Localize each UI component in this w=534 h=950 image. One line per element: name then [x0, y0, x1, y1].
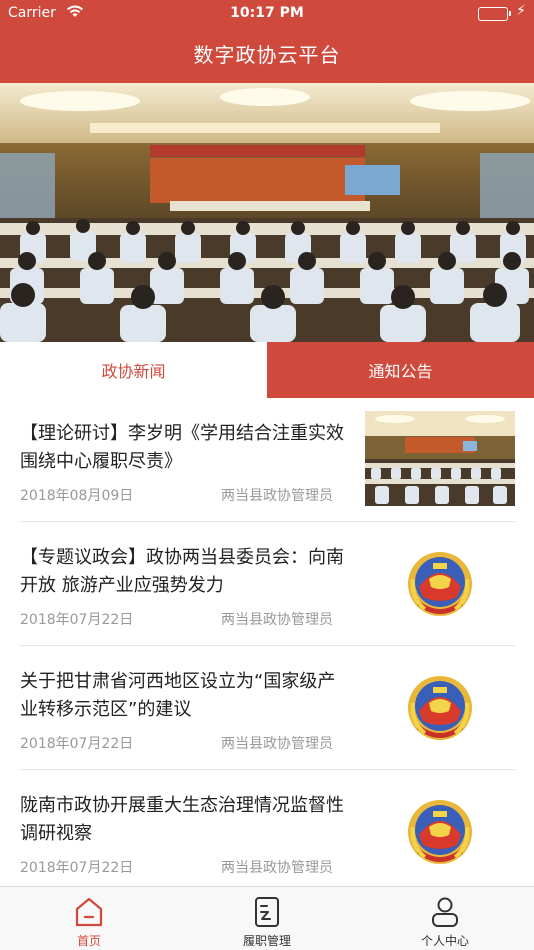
tabbar-personal-center[interactable]: 个人中心 — [356, 887, 534, 950]
charging-icon: ⚡ — [516, 3, 526, 19]
tabbar-personal-label: 个人中心 — [420, 934, 469, 948]
clock: 10:17 PM — [230, 5, 304, 21]
battery-icon — [478, 7, 511, 21]
news-author: 两当县政协管理员 — [221, 736, 333, 752]
news-author: 两当县政协管理员 — [221, 860, 333, 876]
news-title: 【专题议政会】政协两当县委员会：向南开放 旅游产业应强势发力 — [20, 547, 344, 596]
news-date: 2018年08月09日 — [20, 488, 134, 504]
news-title: 陇南市政协开展重大生态治理情况监督性调研视察 — [20, 795, 344, 844]
news-item[interactable]: 【理论研讨】李岁明《学用结合注重实效 围绕中心履职尽责》 2018年08月09日… — [19, 398, 515, 522]
tab-announcements[interactable]: 通知公告 — [267, 342, 534, 398]
news-tabs: 政协新闻 通知公告 — [0, 342, 534, 398]
news-title: 关于把甘肃省河西地区设立为“国家级产业转移示范区”的建议 — [20, 671, 336, 720]
cppcc-emblem-icon — [405, 549, 475, 619]
news-author: 两当县政协管理员 — [221, 612, 333, 628]
status-bar: Carrier 10:17 PM ⚡ — [0, 0, 534, 28]
tabbar-duty-label: 履职管理 — [242, 934, 291, 948]
news-date: 2018年07月22日 — [20, 860, 134, 876]
tabbar-duty-management[interactable]: 履职管理 — [178, 887, 356, 950]
news-title: 【理论研讨】李岁明《学用结合注重实效 围绕中心履职尽责》 — [20, 423, 344, 472]
bottom-tab-bar: 首页 履职管理 个人中心 — [0, 886, 534, 950]
cppcc-emblem-icon — [405, 673, 475, 743]
tabbar-home[interactable]: 首页 — [0, 887, 178, 950]
document-icon — [255, 897, 279, 927]
header: Carrier 10:17 PM ⚡ 数字政协云平台 — [0, 0, 534, 83]
news-author: 两当县政协管理员 — [221, 488, 333, 504]
news-item[interactable]: 陇南市政协开展重大生态治理情况监督性调研视察 2018年07月22日 两当县政协… — [19, 770, 515, 894]
news-item[interactable]: 关于把甘肃省河西地区设立为“国家级产业转移示范区”的建议 2018年07月22日… — [19, 646, 515, 770]
tab-cppcc-news[interactable]: 政协新闻 — [0, 342, 267, 398]
meeting-photo-thumbnail — [365, 411, 515, 506]
news-date: 2018年07月22日 — [20, 612, 134, 628]
news-date: 2018年07月22日 — [20, 736, 134, 752]
news-list: 【理论研讨】李岁明《学用结合注重实效 围绕中心履职尽责》 2018年08月09日… — [0, 398, 534, 894]
user-icon — [432, 897, 458, 927]
banner-image[interactable] — [0, 83, 534, 342]
home-icon — [75, 897, 103, 927]
tabbar-home-label: 首页 — [76, 934, 101, 948]
page-title: 数字政协云平台 — [193, 43, 341, 67]
news-item[interactable]: 【专题议政会】政协两当县委员会：向南开放 旅游产业应强势发力 2018年07月2… — [19, 522, 515, 646]
cppcc-emblem-icon — [405, 797, 475, 867]
